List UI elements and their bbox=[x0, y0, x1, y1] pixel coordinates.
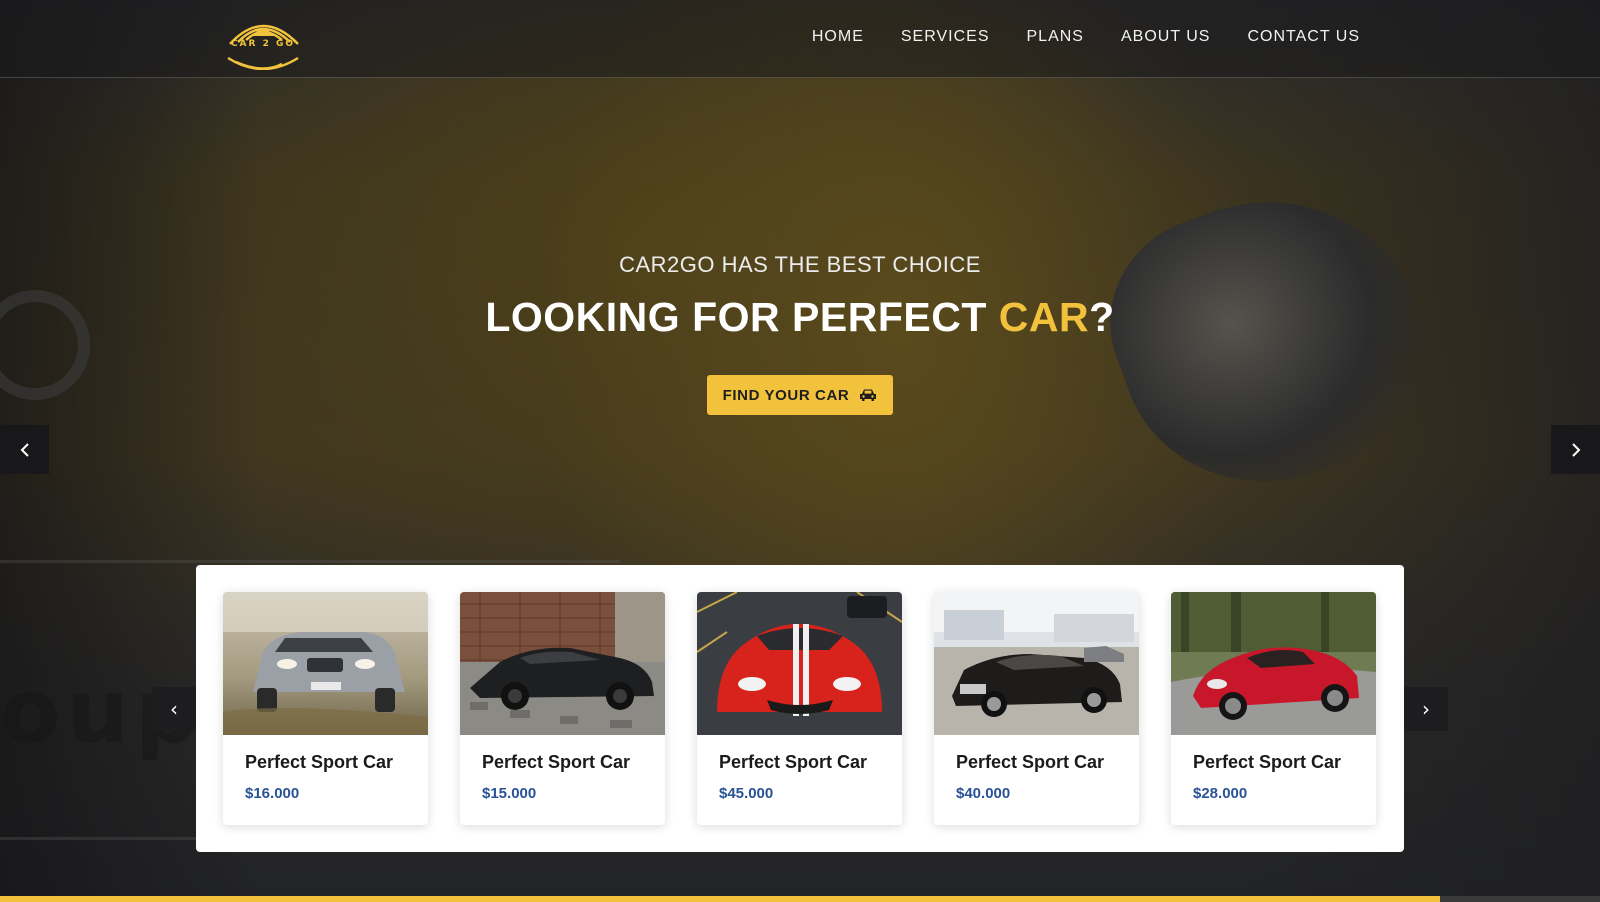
car-card[interactable]: Perfect Sport Car $16.000 bbox=[223, 592, 428, 825]
hero-title-accent: CAR bbox=[998, 294, 1090, 340]
hero-prev-button[interactable] bbox=[0, 425, 49, 474]
slider-progress-bar bbox=[0, 896, 1600, 902]
find-your-car-label: FIND YOUR CAR bbox=[722, 386, 850, 404]
slider-progress-fill bbox=[0, 896, 1440, 902]
chevron-right-icon bbox=[1571, 442, 1580, 457]
car-photo-red-viper bbox=[697, 592, 902, 735]
car-card[interactable]: Perfect Sport Car $40.000 bbox=[934, 592, 1139, 825]
hero-title-main: LOOKING FOR PERFECT bbox=[485, 294, 999, 340]
car-carousel: Perfect Sport Car $16.000 Perfect Sport … bbox=[196, 565, 1404, 852]
car-name: Perfect Sport Car bbox=[1193, 752, 1342, 772]
car-price: $28.000 bbox=[1193, 785, 1248, 802]
hero-next-button[interactable] bbox=[1551, 425, 1600, 474]
nav-plans[interactable]: PLANS bbox=[1027, 28, 1084, 46]
car-price: $45.000 bbox=[719, 785, 774, 802]
chevron-left-icon bbox=[20, 442, 29, 457]
car-photo-black-muscle-car bbox=[934, 592, 1139, 735]
car-price: $40.000 bbox=[956, 785, 1011, 802]
car-name: Perfect Sport Car bbox=[245, 752, 394, 772]
nav-home[interactable]: HOME bbox=[812, 28, 864, 46]
hero-title-end: ? bbox=[1089, 294, 1115, 340]
car-name: Perfect Sport Car bbox=[719, 752, 868, 772]
car-card[interactable]: Perfect Sport Car $45.000 bbox=[697, 592, 902, 825]
car-name: Perfect Sport Car bbox=[482, 752, 631, 772]
car-card[interactable]: Perfect Sport Car $15.000 bbox=[460, 592, 665, 825]
car-icon bbox=[860, 389, 877, 401]
logo-text: CAR 2 GO bbox=[230, 39, 296, 49]
logo[interactable]: CAR 2 GO bbox=[222, 14, 304, 71]
site-header: CAR 2 GO HOME SERVICES PLANS ABOUT US CO… bbox=[0, 0, 1600, 78]
car-photo-red-alfa bbox=[1171, 592, 1376, 735]
nav-services[interactable]: SERVICES bbox=[901, 28, 990, 46]
car-photo-black-sedan bbox=[460, 592, 665, 735]
nav-contact-us[interactable]: CONTACT US bbox=[1247, 28, 1360, 46]
car-name: Perfect Sport Car bbox=[956, 752, 1105, 772]
main-nav: HOME SERVICES PLANS ABOUT US CONTACT US bbox=[812, 28, 1360, 46]
car-price: $15.000 bbox=[482, 785, 537, 802]
carousel-prev-button[interactable]: ‹ bbox=[152, 687, 196, 731]
nav-about-us[interactable]: ABOUT US bbox=[1121, 28, 1211, 46]
hero-subtitle: CAR2GO HAS THE BEST CHOICE bbox=[619, 252, 981, 277]
car-price: $16.000 bbox=[245, 785, 300, 802]
carousel-next-button[interactable]: › bbox=[1404, 687, 1448, 731]
find-your-car-button[interactable]: FIND YOUR CAR bbox=[707, 375, 893, 415]
car-photo-silver-suv bbox=[223, 592, 428, 735]
car-card[interactable]: Perfect Sport Car $28.000 bbox=[1171, 592, 1376, 825]
hero-title: LOOKING FOR PERFECT CAR? bbox=[0, 294, 1600, 341]
